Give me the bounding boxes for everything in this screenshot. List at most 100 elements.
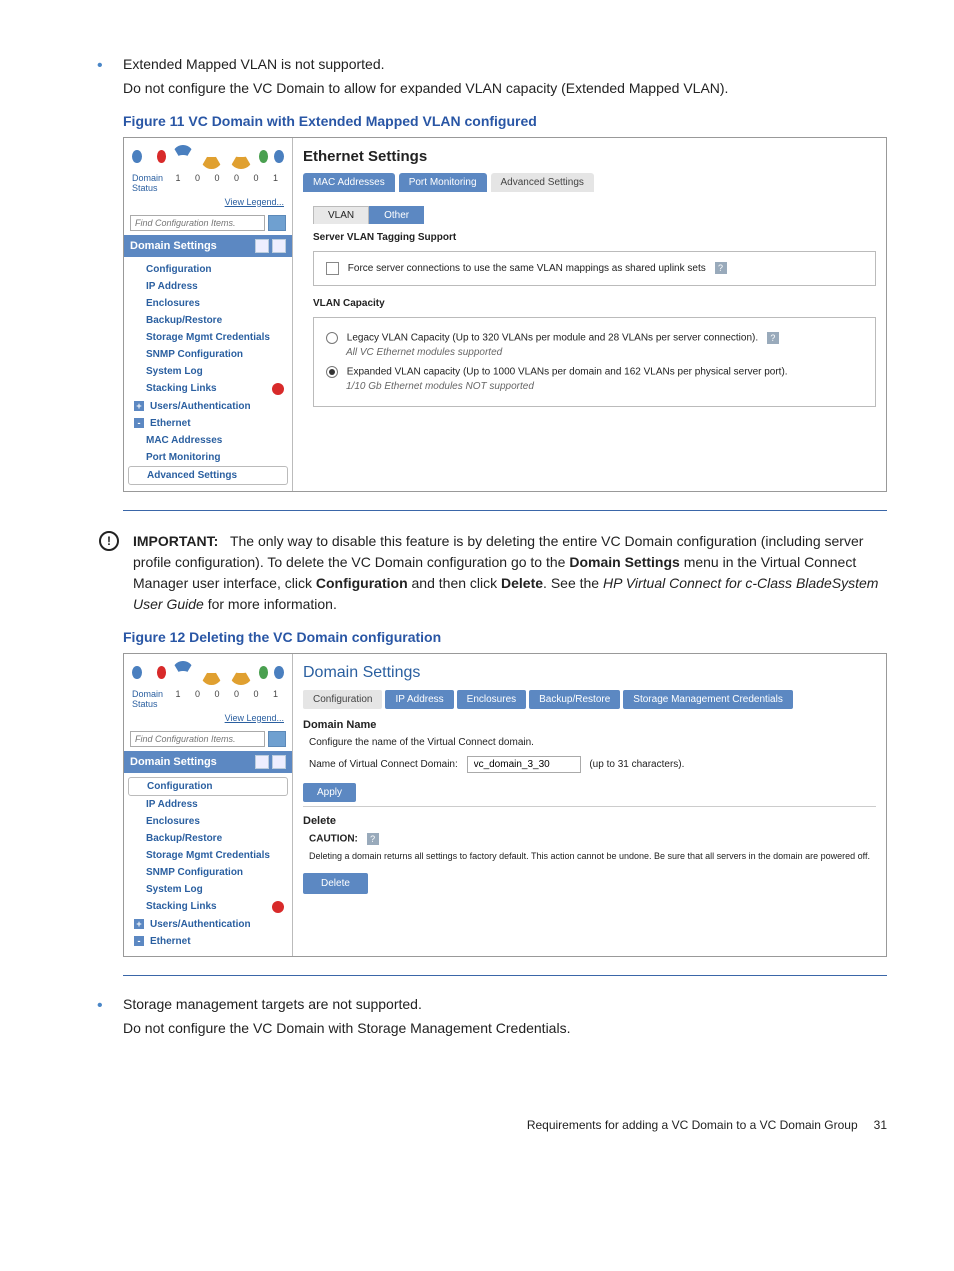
bullet2-sub: Do not configure the VC Domain with Stor… bbox=[123, 1018, 887, 1038]
sidebar-item-backup[interactable]: Backup/Restore bbox=[124, 312, 292, 329]
figure11-screenshot: DomainStatus 1 0 0 0 0 1 View Legend... … bbox=[123, 137, 887, 492]
sidebar-item-advanced[interactable]: Advanced Settings bbox=[128, 466, 288, 485]
sidebar-item-users[interactable]: +Users/Authentication bbox=[124, 916, 292, 933]
subtab-other[interactable]: Other bbox=[369, 206, 424, 224]
sidebar-item-ipaddress[interactable]: IP Address bbox=[124, 278, 292, 295]
sidebar-item-ethernet[interactable]: -Ethernet bbox=[124, 415, 292, 432]
sync2-icon[interactable] bbox=[274, 666, 284, 679]
figure12-caption: Figure 12 Deleting the VC Domain configu… bbox=[123, 629, 887, 645]
caution-label: CAUTION: bbox=[309, 833, 358, 844]
sidebar-item-ipaddress[interactable]: IP Address bbox=[124, 796, 292, 813]
sidebar-item-configuration[interactable]: Configuration bbox=[124, 261, 292, 278]
view-legend-link[interactable]: View Legend... bbox=[124, 197, 292, 211]
figure11-caption: Figure 11 VC Domain with Extended Mapped… bbox=[123, 113, 887, 129]
help-icon[interactable]: ? bbox=[367, 833, 379, 845]
bullet2-title: Storage management targets are not suppo… bbox=[123, 996, 422, 1012]
page-title: Domain Settings bbox=[303, 664, 876, 682]
sidebar-item-mac[interactable]: MAC Addresses bbox=[124, 432, 292, 449]
tab-portmon[interactable]: Port Monitoring bbox=[399, 173, 487, 192]
sidebar-item-syslog[interactable]: System Log bbox=[124, 881, 292, 898]
warning1-icon[interactable] bbox=[200, 144, 224, 169]
expanded-vlan-label: Expanded VLAN capacity (Up to 1000 VLANs… bbox=[347, 366, 788, 377]
plus-icon[interactable]: + bbox=[134, 919, 144, 929]
sidebar-item-users[interactable]: +Users/Authentication bbox=[124, 398, 292, 415]
legacy-vlan-radio[interactable] bbox=[326, 332, 338, 344]
filter-icon[interactable] bbox=[172, 145, 194, 168]
sidebar-item-enclosures[interactable]: Enclosures bbox=[124, 813, 292, 830]
minus-icon[interactable]: - bbox=[134, 418, 144, 428]
figure12-screenshot: DomainStatus 1 0 0 0 0 1 View Legend... … bbox=[123, 653, 887, 957]
domain-settings-header[interactable]: Domain Settings bbox=[124, 751, 292, 773]
plus-icon[interactable]: + bbox=[134, 401, 144, 411]
domain-label: DomainStatus bbox=[132, 173, 163, 193]
section-vlan-capacity: VLAN Capacity bbox=[313, 298, 876, 309]
legacy-vlan-note: All VC Ethernet modules supported bbox=[326, 347, 863, 358]
domain-name-input[interactable] bbox=[467, 756, 581, 773]
sidebar-item-stacking[interactable]: Stacking Links bbox=[124, 380, 292, 398]
view-legend-link[interactable]: View Legend... bbox=[124, 713, 292, 727]
apply-button[interactable]: Apply bbox=[303, 783, 356, 802]
error-badge-icon bbox=[272, 901, 284, 913]
error-icon[interactable] bbox=[157, 150, 167, 163]
delete-button[interactable]: Delete bbox=[303, 873, 368, 894]
filter-icon[interactable] bbox=[172, 661, 194, 684]
sidebar-item-backup[interactable]: Backup/Restore bbox=[124, 830, 292, 847]
force-vlan-label: Force server connections to use the same… bbox=[348, 263, 706, 274]
force-vlan-checkbox[interactable] bbox=[326, 262, 339, 275]
important-text: IMPORTANT: The only way to disable this … bbox=[133, 531, 887, 615]
footer-text: Requirements for adding a VC Domain to a… bbox=[527, 1118, 858, 1132]
sidebar-item-ethernet[interactable]: -Ethernet bbox=[124, 933, 292, 950]
minus-icon[interactable]: - bbox=[134, 936, 144, 946]
sync1-icon[interactable] bbox=[132, 150, 142, 163]
sidebar-item-portmon[interactable]: Port Monitoring bbox=[124, 449, 292, 466]
warning1-icon[interactable] bbox=[200, 660, 224, 685]
sidebar-item-storage[interactable]: Storage Mgmt Credentials bbox=[124, 329, 292, 346]
tab-mac[interactable]: MAC Addresses bbox=[303, 173, 395, 192]
sync1-icon[interactable] bbox=[132, 666, 142, 679]
error-badge-icon bbox=[272, 383, 284, 395]
page-title: Ethernet Settings bbox=[303, 148, 876, 165]
subtab-vlan[interactable]: VLAN bbox=[313, 206, 369, 224]
collapse-icon[interactable] bbox=[272, 755, 286, 769]
ok-icon[interactable] bbox=[259, 150, 269, 163]
sidebar-item-configuration[interactable]: Configuration bbox=[128, 777, 288, 796]
expand-icon[interactable] bbox=[255, 755, 269, 769]
domain-field-label: Name of Virtual Connect Domain: bbox=[309, 759, 458, 770]
tab-advanced[interactable]: Advanced Settings bbox=[491, 173, 594, 192]
collapse-icon[interactable] bbox=[272, 239, 286, 253]
warning2-icon[interactable] bbox=[229, 660, 253, 685]
legacy-vlan-label: Legacy VLAN Capacity (Up to 320 VLANs pe… bbox=[347, 332, 758, 343]
sidebar-item-stacking[interactable]: Stacking Links bbox=[124, 898, 292, 916]
warning2-icon[interactable] bbox=[229, 144, 253, 169]
sidebar-item-syslog[interactable]: System Log bbox=[124, 363, 292, 380]
status-numbers: 1 0 0 0 0 1 bbox=[175, 173, 284, 193]
ok-icon[interactable] bbox=[259, 666, 269, 679]
domain-name-label: Domain Name bbox=[303, 719, 876, 731]
search-button[interactable] bbox=[268, 731, 286, 747]
tab-enclosures[interactable]: Enclosures bbox=[457, 690, 526, 709]
expanded-vlan-note: 1/10 Gb Ethernet modules NOT supported bbox=[326, 381, 863, 392]
domain-name-desc: Configure the name of the Virtual Connec… bbox=[309, 737, 876, 748]
help-icon[interactable]: ? bbox=[715, 262, 727, 274]
tab-ipaddress[interactable]: IP Address bbox=[385, 690, 453, 709]
tab-configuration[interactable]: Configuration bbox=[303, 690, 382, 709]
sync2-icon[interactable] bbox=[274, 150, 284, 163]
sidebar-item-storage[interactable]: Storage Mgmt Credentials bbox=[124, 847, 292, 864]
search-input[interactable] bbox=[130, 215, 265, 231]
sidebar-item-snmp[interactable]: SNMP Configuration bbox=[124, 346, 292, 363]
tab-storage[interactable]: Storage Management Credentials bbox=[623, 690, 793, 709]
delete-label: Delete bbox=[303, 815, 876, 827]
expand-icon[interactable] bbox=[255, 239, 269, 253]
domain-settings-header[interactable]: Domain Settings bbox=[124, 235, 292, 257]
help-icon[interactable]: ? bbox=[767, 332, 779, 344]
expanded-vlan-radio[interactable] bbox=[326, 366, 338, 378]
search-input[interactable] bbox=[130, 731, 265, 747]
search-button[interactable] bbox=[268, 215, 286, 231]
tab-backup[interactable]: Backup/Restore bbox=[529, 690, 620, 709]
sidebar: DomainStatus 1 0 0 0 0 1 View Legend... … bbox=[124, 654, 293, 956]
caution-text: Deleting a domain returns all settings t… bbox=[309, 851, 876, 861]
error-icon[interactable] bbox=[157, 666, 167, 679]
sidebar-item-enclosures[interactable]: Enclosures bbox=[124, 295, 292, 312]
sidebar-item-snmp[interactable]: SNMP Configuration bbox=[124, 864, 292, 881]
bullet1-title: Extended Mapped VLAN is not supported. bbox=[123, 56, 385, 72]
